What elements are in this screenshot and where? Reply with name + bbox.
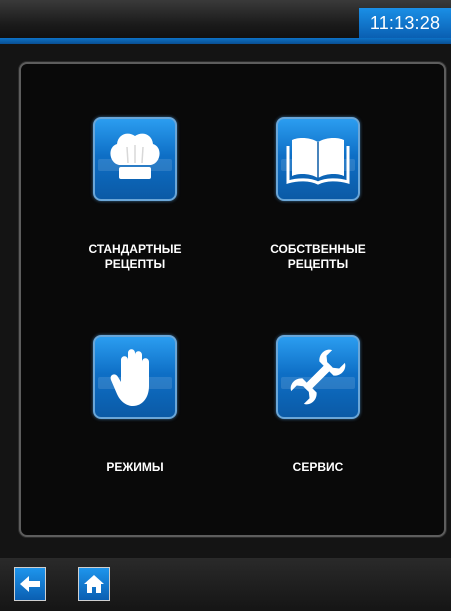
modes-button[interactable] (93, 335, 177, 419)
status-bar: 11:13:28 (0, 0, 451, 44)
menu-tile-service: СЕРВИС (276, 335, 360, 474)
menu-tile-own-recipes: СОБСТВЕННЫЕ РЕЦЕПТЫ (270, 117, 366, 271)
open-book-icon (286, 137, 350, 185)
clock: 11:13:28 (359, 8, 451, 38)
hand-icon (110, 349, 149, 406)
main-menu-panel: СТАНДАРТНЫЕ РЕЦЕПТЫ СОБСТВЕННЫЕ РЕЦЕПТЫ … (19, 62, 446, 537)
menu-tile-standard-recipes: СТАНДАРТНЫЕ РЕЦЕПТЫ (88, 117, 182, 271)
standard-recipes-button[interactable] (93, 117, 177, 201)
modes-label: РЕЖИМЫ (106, 460, 164, 474)
standard-recipes-label: СТАНДАРТНЫЕ РЕЦЕПТЫ (88, 242, 182, 271)
service-label: СЕРВИС (292, 460, 344, 474)
wrench-icon (290, 349, 346, 405)
menu-tile-modes: РЕЖИМЫ (93, 335, 177, 474)
status-bar-accent-stripe (0, 38, 451, 44)
own-recipes-button[interactable] (276, 117, 360, 201)
service-button[interactable] (276, 335, 360, 419)
home-icon (84, 575, 104, 593)
back-button[interactable] (14, 567, 46, 601)
home-button[interactable] (78, 567, 110, 601)
chef-hat-icon (110, 133, 160, 179)
own-recipes-label: СОБСТВЕННЫЕ РЕЦЕПТЫ (270, 242, 366, 271)
navigation-bar (0, 558, 451, 611)
arrow-left-icon (20, 576, 40, 592)
